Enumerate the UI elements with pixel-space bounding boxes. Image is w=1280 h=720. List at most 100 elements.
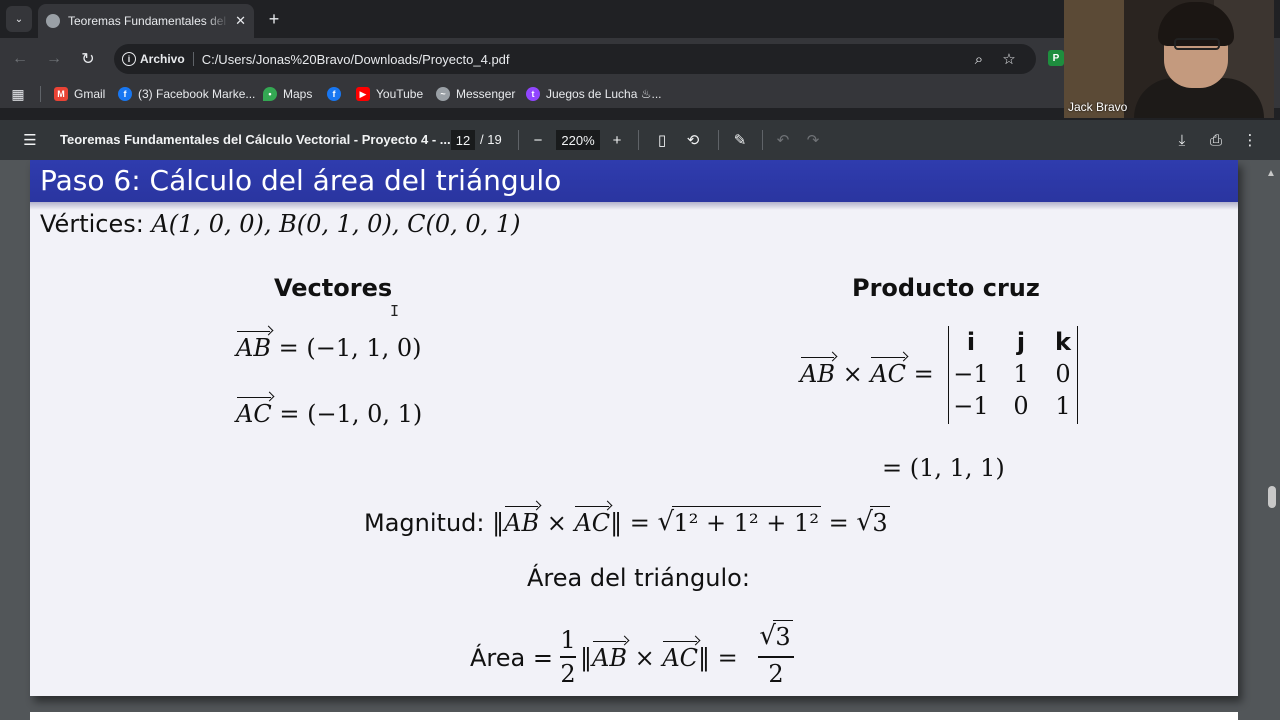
address-bar[interactable]: i Archivo C:/Users/Jonas%20Bravo/Downloa… xyxy=(114,44,1036,74)
redo-icon[interactable]: ↷ xyxy=(803,130,823,150)
toolbar-divider xyxy=(518,130,519,150)
next-pdf-page xyxy=(30,712,1238,720)
zoom-icon[interactable]: ⌕ xyxy=(970,50,988,68)
sqrt-radicand: 3 xyxy=(870,506,890,537)
vector-ac-value: = (−1, 0, 1) xyxy=(279,400,423,428)
vector-ac-symbol: AC xyxy=(236,397,272,428)
maps-icon: • xyxy=(263,87,277,101)
matrix-cell: −1 xyxy=(953,392,989,420)
producto-cruz-heading: Producto cruz xyxy=(852,274,1040,302)
vector-ac-symbol: AC xyxy=(662,641,699,672)
webcam-overlay: Jack Bravo xyxy=(1064,0,1274,118)
bookmark-label: (3) Facebook Marke... xyxy=(138,87,256,101)
bookmark-facebook-marketplace[interactable]: f (3) Facebook Marke... xyxy=(118,84,255,104)
vector-ab-value: = (−1, 1, 0) xyxy=(278,334,422,362)
fraction-numerator: 1 xyxy=(560,626,576,654)
page-number-input[interactable]: 12 xyxy=(451,130,475,150)
text-cursor-icon: I xyxy=(390,302,400,320)
fit-page-icon[interactable]: ▯ xyxy=(652,130,672,150)
gmail-icon: M xyxy=(54,87,68,101)
determinant-matrix: i j k −1 1 0 −1 0 1 xyxy=(948,326,1078,424)
annotate-icon[interactable]: ✎ xyxy=(730,130,750,150)
sqrt-radicand: 1² + 1² + 1² xyxy=(671,506,821,537)
sqrt-sum: √ 1² + 1² + 1² xyxy=(657,506,821,537)
zoom-in-button[interactable]: + xyxy=(607,130,627,150)
menu-icon[interactable]: ☰ xyxy=(20,130,40,150)
vector-ac-equation: AC = (−1, 0, 1) xyxy=(236,397,423,428)
vertex-a: A(1, 0, 0), xyxy=(151,210,272,238)
vector-ab-symbol: AB xyxy=(236,331,271,362)
extension-icon[interactable]: P xyxy=(1048,50,1064,66)
globe-icon xyxy=(46,14,60,28)
bookmark-youtube[interactable]: ▶ YouTube xyxy=(356,84,423,104)
vertices-label: Vértices: xyxy=(40,210,144,238)
slide-title: Paso 6: Cálculo del área del triángulo xyxy=(40,164,562,197)
area-result-denominator: 2 xyxy=(768,660,784,688)
scrollbar-thumb[interactable] xyxy=(1268,486,1276,508)
tab-search-button[interactable]: ⌄ xyxy=(6,6,32,32)
fraction-bar xyxy=(560,656,576,658)
vector-ab-symbol: AB xyxy=(592,641,627,672)
pdf-title: Teoremas Fundamentales del Cálculo Vecto… xyxy=(60,132,451,147)
pdf-page: Paso 6: Cálculo del área del triángulo V… xyxy=(30,160,1238,696)
matrix-cell: −1 xyxy=(953,360,989,388)
sqrt-three: √ 3 xyxy=(759,620,793,651)
banner-shadow xyxy=(30,202,1238,210)
youtube-icon: ▶ xyxy=(356,87,370,101)
area-norm-expression: ‖AB × AC‖ = xyxy=(580,641,738,672)
toolbar-divider xyxy=(718,130,719,150)
zoom-out-button[interactable]: − xyxy=(528,130,548,150)
print-icon[interactable]: ⎙ xyxy=(1206,130,1226,150)
fraction-denominator: 2 xyxy=(560,660,576,688)
star-icon[interactable]: ☆ xyxy=(1000,50,1018,68)
reload-button[interactable]: ↻ xyxy=(76,47,100,71)
pdf-toolbar: ☰ Teoremas Fundamentales del Cálculo Vec… xyxy=(0,120,1280,160)
new-tab-button[interactable]: + xyxy=(262,7,286,31)
info-icon[interactable]: i xyxy=(122,52,136,66)
matrix-cell: 0 xyxy=(1013,392,1029,420)
apps-grid-icon[interactable]: ▦ xyxy=(10,86,26,102)
matrix-cell: k xyxy=(1055,328,1071,356)
vector-ab-symbol: AB xyxy=(800,357,835,388)
bookmark-label: Maps xyxy=(283,87,313,101)
bookmark-label: Messenger xyxy=(456,87,516,101)
matrix-cell: 0 xyxy=(1055,360,1071,388)
download-icon[interactable]: ⤓ xyxy=(1172,130,1192,150)
matrix-cell: i xyxy=(966,328,976,356)
webcam-name: Jack Bravo xyxy=(1068,100,1128,114)
bookmark-maps[interactable]: • Maps xyxy=(263,84,312,104)
bookmark-label: Gmail xyxy=(74,87,106,101)
scroll-up-arrow-icon[interactable]: ▲ xyxy=(1266,168,1276,179)
matrix-cell: j xyxy=(1016,328,1026,356)
toolbar-divider xyxy=(762,130,763,150)
url-text[interactable]: C:/Users/Jonas%20Bravo/Downloads/Proyect… xyxy=(202,52,510,67)
vertex-b: B(0, 1, 0), xyxy=(279,210,400,238)
forward-button[interactable]: → xyxy=(42,47,66,71)
slide-title-banner: Paso 6: Cálculo del área del triángulo xyxy=(30,160,1238,202)
vector-ab-equation: AB = (−1, 1, 0) xyxy=(236,331,422,362)
vector-ab-symbol: AB xyxy=(504,506,540,537)
tab-active[interactable]: Teoremas Fundamentales del Cálculo Vecto… xyxy=(38,4,254,38)
back-button[interactable]: ← xyxy=(8,47,32,71)
more-options-icon[interactable]: ⋮ xyxy=(1240,130,1260,150)
tab-title: Teoremas Fundamentales del Cálculo Vecto… xyxy=(68,14,229,28)
bookmark-label: Juegos de Lucha ♨... xyxy=(546,87,662,101)
area-label: Área = xyxy=(470,644,553,672)
sqrt-radicand: 3 xyxy=(773,620,793,651)
cross-product-result: = (1, 1, 1) xyxy=(882,454,1005,482)
bookmark-juegos-de-lucha[interactable]: t Juegos de Lucha ♨... xyxy=(526,84,662,104)
facebook-icon: f xyxy=(327,87,341,101)
bookmark-messenger[interactable]: ~ Messenger xyxy=(436,84,515,104)
bookmark-gmail[interactable]: M Gmail xyxy=(54,84,105,104)
vertices-line: Vértices: A(1, 0, 0), B(0, 1, 0), C(0, 0… xyxy=(40,210,521,238)
bookmark-facebook[interactable]: f xyxy=(327,84,347,104)
close-icon[interactable]: ✕ xyxy=(235,13,246,29)
zoom-level-input[interactable]: 220% xyxy=(556,130,600,150)
page-total: / 19 xyxy=(480,132,502,147)
pdf-viewer[interactable]: Paso 6: Cálculo del área del triángulo V… xyxy=(0,160,1280,720)
matrix-cell: 1 xyxy=(1055,392,1071,420)
rotate-icon[interactable]: ⟲ xyxy=(683,130,703,150)
site-chip: Archivo xyxy=(140,52,194,66)
undo-icon[interactable]: ↶ xyxy=(773,130,793,150)
webcam-person-glasses xyxy=(1174,38,1220,50)
